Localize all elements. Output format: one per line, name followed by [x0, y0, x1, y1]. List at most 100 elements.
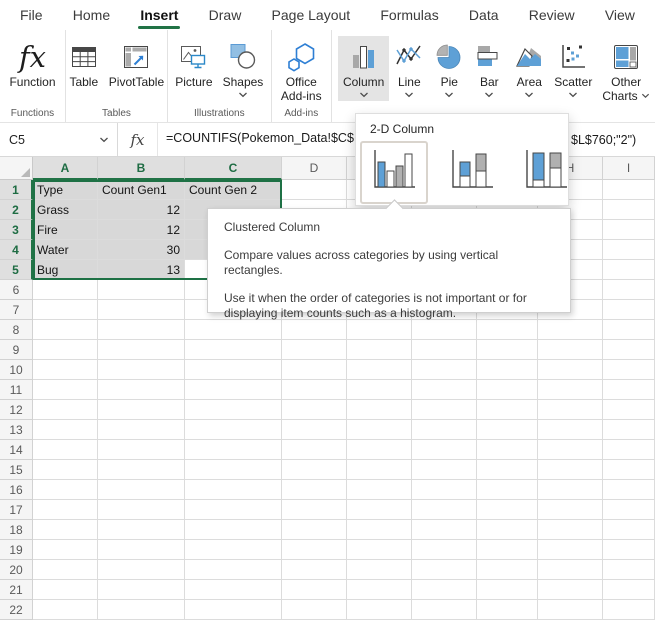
- cell-I17[interactable]: [603, 500, 655, 520]
- cell-A16[interactable]: [33, 480, 98, 500]
- cell-E20[interactable]: [347, 560, 412, 580]
- cell-A9[interactable]: [33, 340, 98, 360]
- cell-I9[interactable]: [603, 340, 655, 360]
- cell-F9[interactable]: [412, 340, 477, 360]
- column-chart-button[interactable]: Column: [338, 36, 389, 101]
- tab-data[interactable]: Data: [467, 2, 501, 29]
- cell-E21[interactable]: [347, 580, 412, 600]
- cell-G14[interactable]: [477, 440, 538, 460]
- cell-H15[interactable]: [538, 460, 603, 480]
- cell-H11[interactable]: [538, 380, 603, 400]
- cell-E11[interactable]: [347, 380, 412, 400]
- cell-C21[interactable]: [185, 580, 282, 600]
- cell-B9[interactable]: [98, 340, 185, 360]
- cell-I15[interactable]: [603, 460, 655, 480]
- cell-E12[interactable]: [347, 400, 412, 420]
- cell-F17[interactable]: [412, 500, 477, 520]
- cell-D16[interactable]: [282, 480, 347, 500]
- cell-A8[interactable]: [33, 320, 98, 340]
- cell-E22[interactable]: [347, 600, 412, 620]
- row-header-14[interactable]: 14: [0, 440, 33, 460]
- cell-B11[interactable]: [98, 380, 185, 400]
- cell-F16[interactable]: [412, 480, 477, 500]
- cell-G13[interactable]: [477, 420, 538, 440]
- cell-B17[interactable]: [98, 500, 185, 520]
- cell-H17[interactable]: [538, 500, 603, 520]
- cell-E13[interactable]: [347, 420, 412, 440]
- pie-chart-button[interactable]: Pie: [429, 36, 469, 101]
- cell-F20[interactable]: [412, 560, 477, 580]
- row-header-12[interactable]: 12: [0, 400, 33, 420]
- column-header-I[interactable]: I: [603, 157, 655, 180]
- cell-C10[interactable]: [185, 360, 282, 380]
- cell-B5[interactable]: 13: [98, 260, 185, 280]
- cell-A1[interactable]: Type: [33, 180, 98, 200]
- cell-G18[interactable]: [477, 520, 538, 540]
- cell-C14[interactable]: [185, 440, 282, 460]
- row-header-21[interactable]: 21: [0, 580, 33, 600]
- cell-A15[interactable]: [33, 460, 98, 480]
- cell-I2[interactable]: [603, 200, 655, 220]
- cell-C17[interactable]: [185, 500, 282, 520]
- row-header-13[interactable]: 13: [0, 420, 33, 440]
- cell-B22[interactable]: [98, 600, 185, 620]
- cell-I12[interactable]: [603, 400, 655, 420]
- cell-D22[interactable]: [282, 600, 347, 620]
- cell-C1[interactable]: Count Gen 2: [185, 180, 282, 200]
- cell-A18[interactable]: [33, 520, 98, 540]
- cell-B4[interactable]: 30: [98, 240, 185, 260]
- cell-I22[interactable]: [603, 600, 655, 620]
- cell-D1[interactable]: [282, 180, 347, 200]
- cell-I1[interactable]: [603, 180, 655, 200]
- cell-I3[interactable]: [603, 220, 655, 240]
- cell-E8[interactable]: [347, 320, 412, 340]
- cell-A22[interactable]: [33, 600, 98, 620]
- cell-F12[interactable]: [412, 400, 477, 420]
- cell-F8[interactable]: [412, 320, 477, 340]
- cell-I14[interactable]: [603, 440, 655, 460]
- cell-A21[interactable]: [33, 580, 98, 600]
- row-header-6[interactable]: 6: [0, 280, 33, 300]
- cell-I20[interactable]: [603, 560, 655, 580]
- cell-G9[interactable]: [477, 340, 538, 360]
- tab-file[interactable]: File: [18, 2, 45, 29]
- tab-review[interactable]: Review: [527, 2, 577, 29]
- cell-D10[interactable]: [282, 360, 347, 380]
- cell-D19[interactable]: [282, 540, 347, 560]
- cell-A13[interactable]: [33, 420, 98, 440]
- cell-H19[interactable]: [538, 540, 603, 560]
- cell-D14[interactable]: [282, 440, 347, 460]
- cell-A11[interactable]: [33, 380, 98, 400]
- column-header-B[interactable]: B: [98, 157, 185, 180]
- cell-B21[interactable]: [98, 580, 185, 600]
- cell-G12[interactable]: [477, 400, 538, 420]
- cell-G19[interactable]: [477, 540, 538, 560]
- cell-I18[interactable]: [603, 520, 655, 540]
- cell-H13[interactable]: [538, 420, 603, 440]
- bar-chart-button[interactable]: Bar: [469, 36, 509, 101]
- cell-H14[interactable]: [538, 440, 603, 460]
- cell-A14[interactable]: [33, 440, 98, 460]
- cell-C11[interactable]: [185, 380, 282, 400]
- row-header-16[interactable]: 16: [0, 480, 33, 500]
- cell-I10[interactable]: [603, 360, 655, 380]
- clustered-column-thumbnail[interactable]: [360, 141, 428, 204]
- cell-F22[interactable]: [412, 600, 477, 620]
- cell-A6[interactable]: [33, 280, 98, 300]
- row-header-22[interactable]: 22: [0, 600, 33, 620]
- cell-A7[interactable]: [33, 300, 98, 320]
- cell-B20[interactable]: [98, 560, 185, 580]
- cell-G17[interactable]: [477, 500, 538, 520]
- row-header-15[interactable]: 15: [0, 460, 33, 480]
- scatter-chart-button[interactable]: Scatter: [549, 36, 597, 101]
- cell-D21[interactable]: [282, 580, 347, 600]
- cell-B13[interactable]: [98, 420, 185, 440]
- cell-F14[interactable]: [412, 440, 477, 460]
- cell-B7[interactable]: [98, 300, 185, 320]
- stacked-column-thumbnail[interactable]: [442, 144, 502, 201]
- cell-D20[interactable]: [282, 560, 347, 580]
- select-all-corner[interactable]: [0, 157, 33, 180]
- cell-I5[interactable]: [603, 260, 655, 280]
- cell-E16[interactable]: [347, 480, 412, 500]
- cell-D17[interactable]: [282, 500, 347, 520]
